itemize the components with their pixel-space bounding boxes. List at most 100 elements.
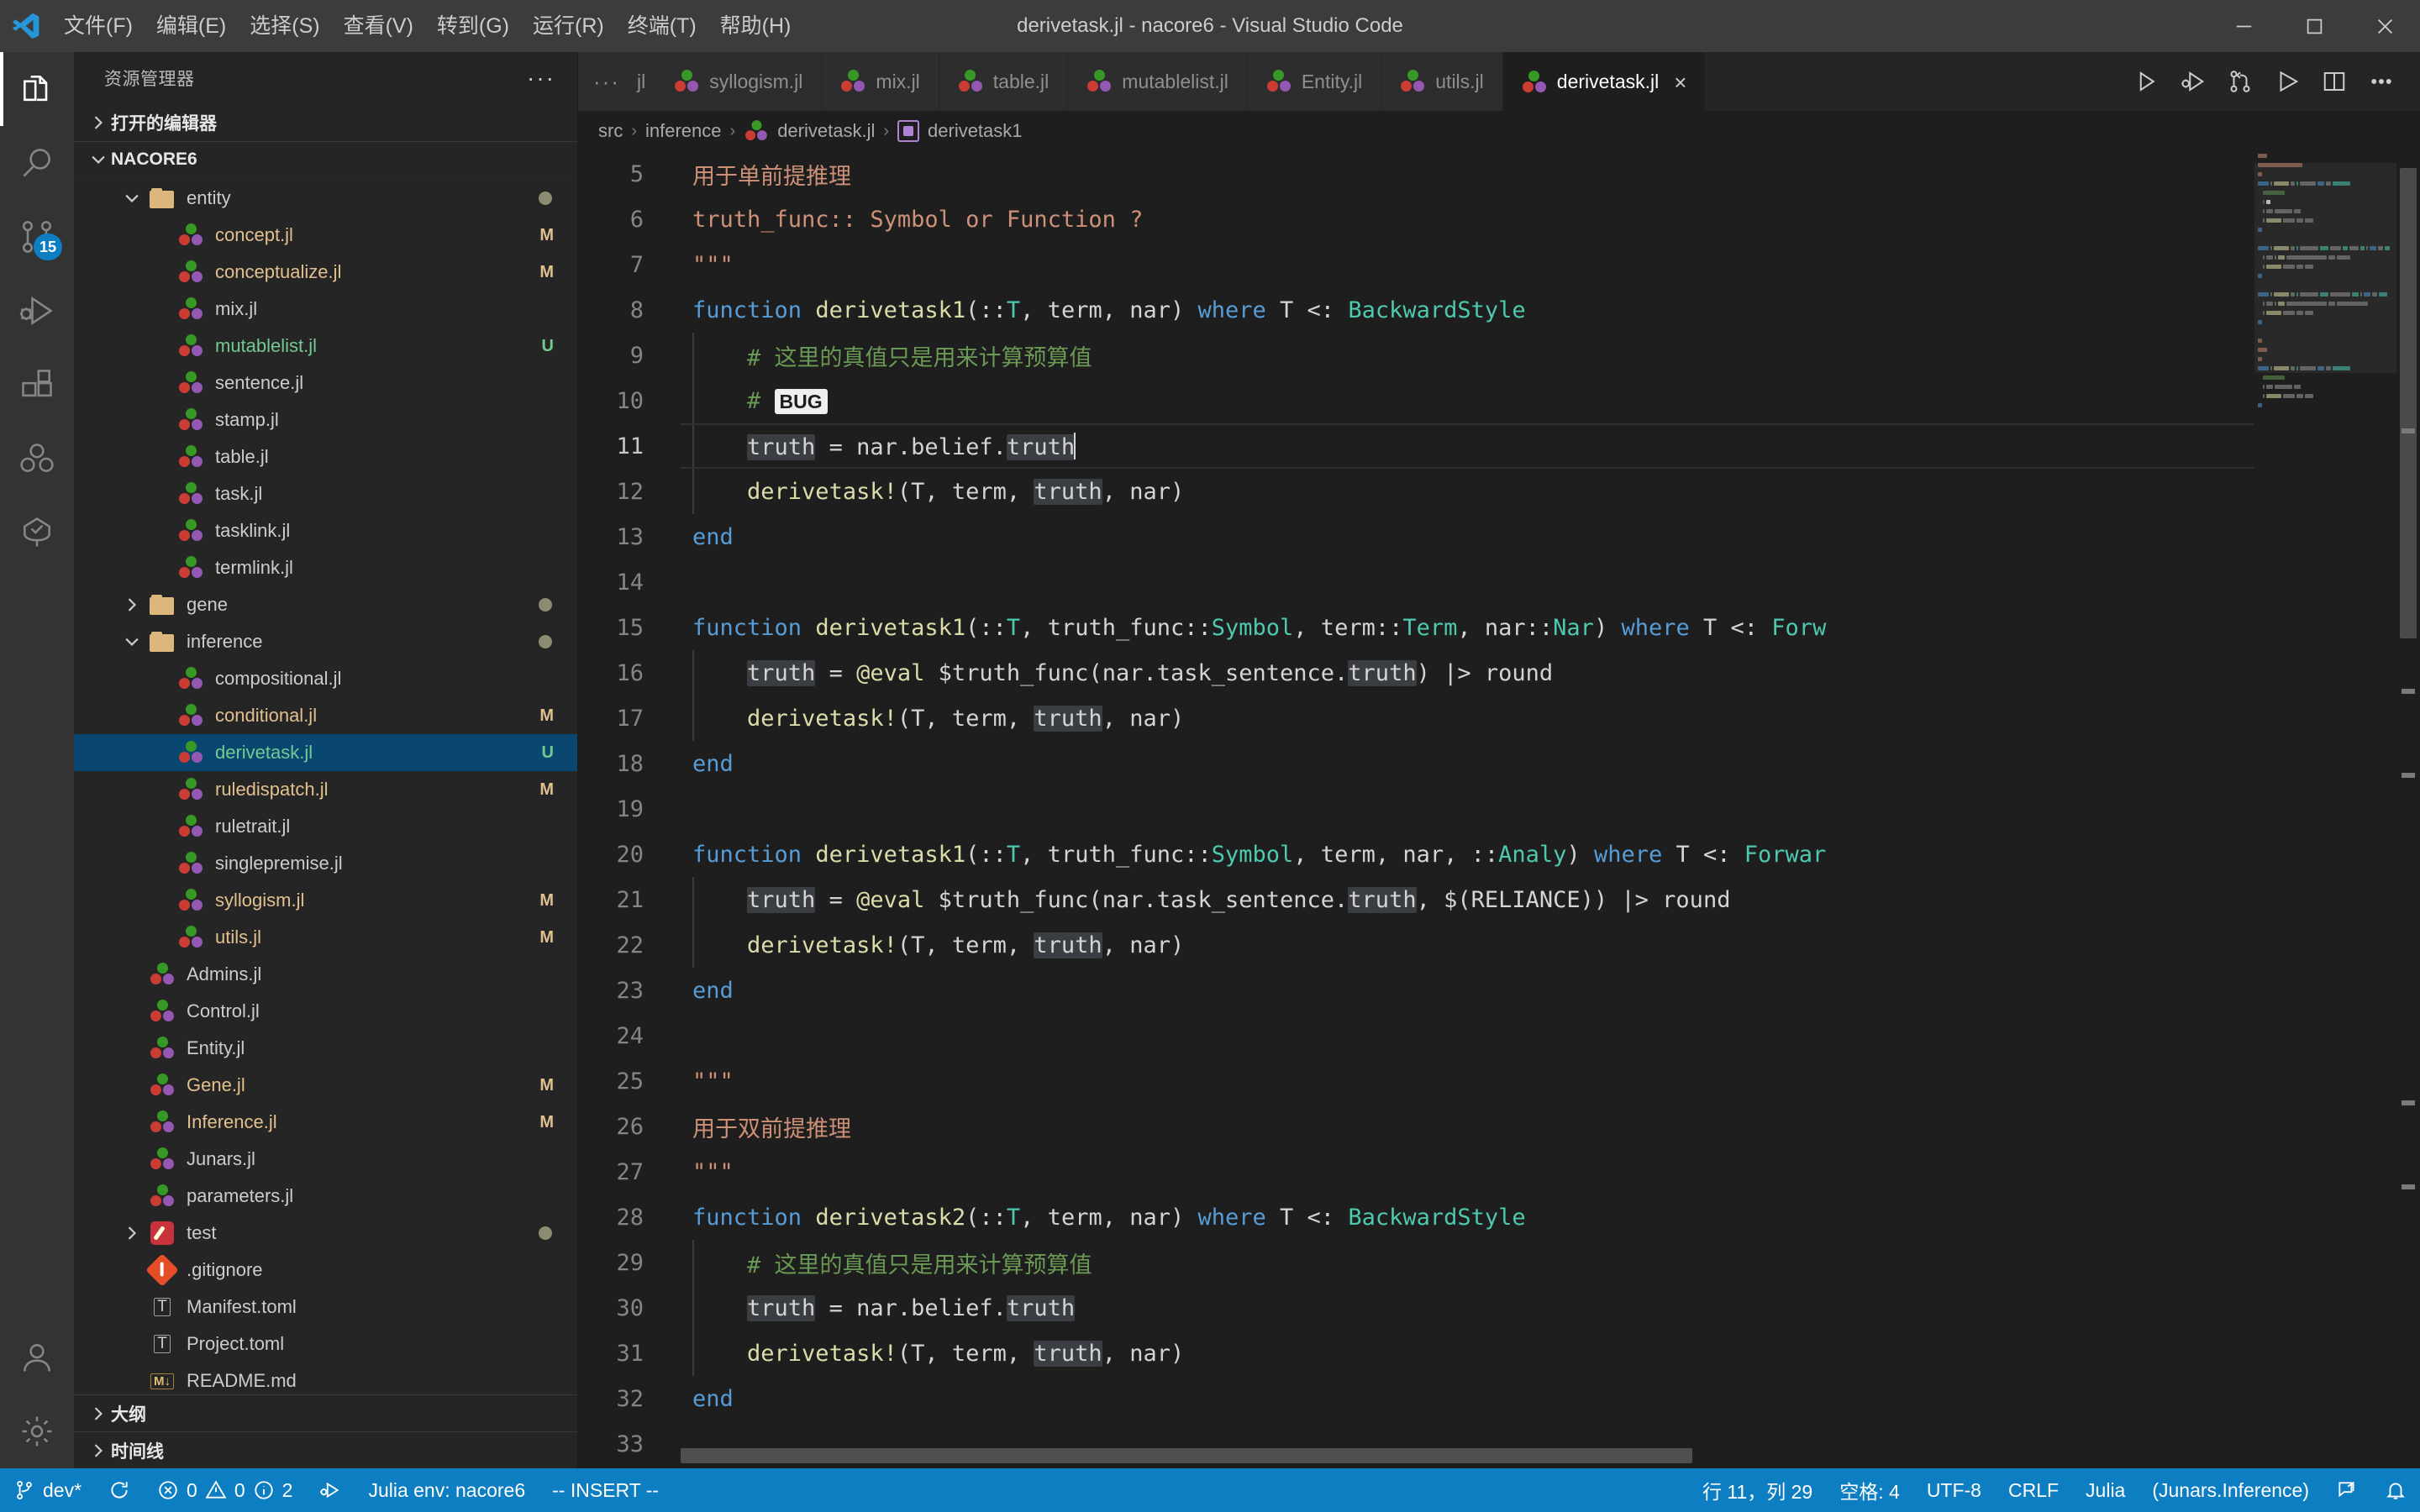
activity-explorer[interactable] bbox=[0, 52, 74, 126]
activity-run-debug[interactable] bbox=[0, 274, 74, 348]
menu-help[interactable]: 帮助(H) bbox=[708, 0, 803, 52]
code-line[interactable]: 13 end bbox=[578, 514, 2254, 559]
tree-item[interactable]: Control.jl bbox=[74, 993, 577, 1030]
breadcrumb-inference[interactable]: inference bbox=[645, 120, 722, 142]
code-line[interactable]: 31 derivetask!(T, term, truth, nar) bbox=[578, 1331, 2254, 1376]
code-line[interactable]: 24 bbox=[578, 1013, 2254, 1058]
julia-repl-button[interactable] bbox=[2217, 52, 2264, 111]
tree-item[interactable]: ruletrait.jl bbox=[74, 808, 577, 845]
tree-item[interactable]: Inference.jl M bbox=[74, 1104, 577, 1141]
activity-accounts[interactable] bbox=[0, 1320, 74, 1394]
tree-item[interactable]: entity bbox=[74, 180, 577, 217]
code-line[interactable]: 15 function derivetask1(::T, truth_func::… bbox=[578, 605, 2254, 650]
tree-item[interactable]: T Project.toml bbox=[74, 1326, 577, 1362]
tab-list[interactable]: syllogism.jl mix.jl table.jl mutablelist.jl… bbox=[655, 52, 2107, 111]
status-julia-module[interactable]: (Junars.Inference) bbox=[2139, 1468, 2323, 1512]
section-open-editors[interactable]: 打开的编辑器 bbox=[74, 104, 577, 141]
tree-item[interactable]: M↓ README.md bbox=[74, 1362, 577, 1394]
status-remote-branch[interactable]: dev* bbox=[0, 1468, 95, 1512]
sidebar-more-actions-button[interactable]: ··· bbox=[513, 66, 569, 90]
tree-item[interactable]: syllogism.jl M bbox=[74, 882, 577, 919]
code-line[interactable]: 20 function derivetask1(::T, truth_func::… bbox=[578, 832, 2254, 877]
tree-item[interactable]: conceptualize.jl M bbox=[74, 254, 577, 291]
chevron-down-icon[interactable] bbox=[118, 633, 146, 651]
status-julia-env[interactable]: Julia env: nacore6 bbox=[355, 1468, 539, 1512]
section-timeline[interactable]: 时间线 bbox=[74, 1431, 577, 1468]
tab-close-icon[interactable]: × bbox=[1674, 71, 1686, 93]
status-encoding[interactable]: UTF-8 bbox=[1913, 1468, 1995, 1512]
code-line[interactable]: 9 # 这里的真值只是用来计算预算值 bbox=[578, 333, 2254, 378]
tree-item[interactable]: compositional.jl bbox=[74, 660, 577, 697]
tree-item[interactable]: concept.jl M bbox=[74, 217, 577, 254]
activity-extensions[interactable] bbox=[0, 348, 74, 422]
tree-item-selected[interactable]: derivetask.jl U bbox=[74, 734, 577, 771]
tree-item[interactable]: gene bbox=[74, 586, 577, 623]
tree-item[interactable]: Gene.jl M bbox=[74, 1067, 577, 1104]
run-file-button[interactable] bbox=[2123, 52, 2170, 111]
tree-item[interactable]: Junars.jl bbox=[74, 1141, 577, 1178]
tree-item[interactable]: T Manifest.toml bbox=[74, 1289, 577, 1326]
scrollbar-thumb[interactable] bbox=[2400, 168, 2417, 638]
chevron-down-icon[interactable] bbox=[118, 189, 146, 207]
code-line[interactable]: 12 derivetask!(T, term, truth, nar) bbox=[578, 469, 2254, 514]
tab-overflow-indicator[interactable]: ··· bbox=[593, 69, 620, 95]
menu-go[interactable]: 转到(G) bbox=[425, 0, 521, 52]
code-line[interactable]: 7 """ bbox=[578, 242, 2254, 287]
tree-item[interactable]: tasklink.jl bbox=[74, 512, 577, 549]
code-line[interactable]: 30 truth = nar.belief.truth bbox=[578, 1285, 2254, 1331]
activity-source-control[interactable]: 15 bbox=[0, 200, 74, 274]
code-line[interactable]: 23 end bbox=[578, 968, 2254, 1013]
menu-edit[interactable]: 编辑(E) bbox=[145, 0, 238, 52]
close-icon[interactable] bbox=[2349, 0, 2420, 52]
tree-item[interactable]: utils.jl M bbox=[74, 919, 577, 956]
breadcrumb-src[interactable]: src bbox=[598, 120, 623, 142]
tab[interactable]: syllogism.jl bbox=[655, 52, 823, 111]
code-line[interactable]: 19 bbox=[578, 786, 2254, 832]
code-line[interactable]: 22 derivetask!(T, term, truth, nar) bbox=[578, 922, 2254, 968]
section-workspace-folder[interactable]: NACORE6 bbox=[74, 141, 577, 178]
tree-item[interactable]: table.jl bbox=[74, 438, 577, 475]
vertical-scrollbar[interactable] bbox=[2396, 151, 2420, 1468]
maximize-icon[interactable] bbox=[2279, 0, 2349, 52]
activity-testing[interactable] bbox=[0, 496, 74, 570]
breadcrumb[interactable]: src › inference › derivetask.jl › derive… bbox=[578, 111, 2420, 151]
tab[interactable]: Entity.jl bbox=[1247, 52, 1382, 111]
code-area[interactable]: 5 用于单前提推理 6 truth_func:: Symbol or Function… bbox=[578, 151, 2254, 1468]
tree-item[interactable]: mutablelist.jl U bbox=[74, 328, 577, 365]
status-eol[interactable]: CRLF bbox=[1995, 1468, 2072, 1512]
menu-run[interactable]: 运行(R) bbox=[521, 0, 616, 52]
menu-terminal[interactable]: 终端(T) bbox=[616, 0, 708, 52]
tree-item[interactable]: Entity.jl bbox=[74, 1030, 577, 1067]
tree-item[interactable]: Admins.jl bbox=[74, 956, 577, 993]
tree-item[interactable]: task.jl bbox=[74, 475, 577, 512]
status-feedback[interactable] bbox=[2323, 1468, 2371, 1512]
tree-item[interactable]: conditional.jl M bbox=[74, 697, 577, 734]
activity-search[interactable] bbox=[0, 126, 74, 200]
tab[interactable]: utils.jl bbox=[1381, 52, 1503, 111]
code-line[interactable]: 26 用于双前提推理 bbox=[578, 1104, 2254, 1149]
status-sync-changes[interactable] bbox=[95, 1468, 144, 1512]
status-cursor-position[interactable]: 行 11，列 29 bbox=[1689, 1468, 1826, 1512]
code-editor[interactable]: 5 用于单前提推理 6 truth_func:: Symbol or Function… bbox=[578, 151, 2420, 1468]
tree-item[interactable]: ruledispatch.jl M bbox=[74, 771, 577, 808]
activity-settings[interactable] bbox=[0, 1394, 74, 1468]
code-line[interactable]: 18 end bbox=[578, 741, 2254, 786]
code-line[interactable]: 14 bbox=[578, 559, 2254, 605]
tab-active[interactable]: derivetask.jl × bbox=[1502, 52, 1707, 111]
code-line[interactable]: 5 用于单前提推理 bbox=[578, 151, 2254, 197]
section-outline[interactable]: 大纲 bbox=[74, 1394, 577, 1431]
breadcrumb-symbol[interactable]: derivetask1 bbox=[928, 120, 1023, 142]
file-tree[interactable]: entity concept.jl Mconceptualize.jl Mmix.jl… bbox=[74, 178, 577, 1394]
tab-overflow[interactable]: ··· jl bbox=[578, 52, 656, 111]
tree-item[interactable]: mix.jl bbox=[74, 291, 577, 328]
code-line[interactable]: 21 truth = @eval $truth_func(nar.task_se… bbox=[578, 877, 2254, 922]
horizontal-scrollbar[interactable] bbox=[681, 1448, 2086, 1463]
tree-item[interactable]: .gitignore bbox=[74, 1252, 577, 1289]
minimap[interactable] bbox=[2254, 151, 2396, 1468]
tree-item[interactable]: singlepremise.jl bbox=[74, 845, 577, 882]
tree-item[interactable]: parameters.jl bbox=[74, 1178, 577, 1215]
menu-view[interactable]: 查看(V) bbox=[332, 0, 425, 52]
tree-item[interactable]: sentence.jl bbox=[74, 365, 577, 402]
code-line[interactable]: 32 end bbox=[578, 1376, 2254, 1421]
menu-file[interactable]: 文件(F) bbox=[52, 0, 145, 52]
